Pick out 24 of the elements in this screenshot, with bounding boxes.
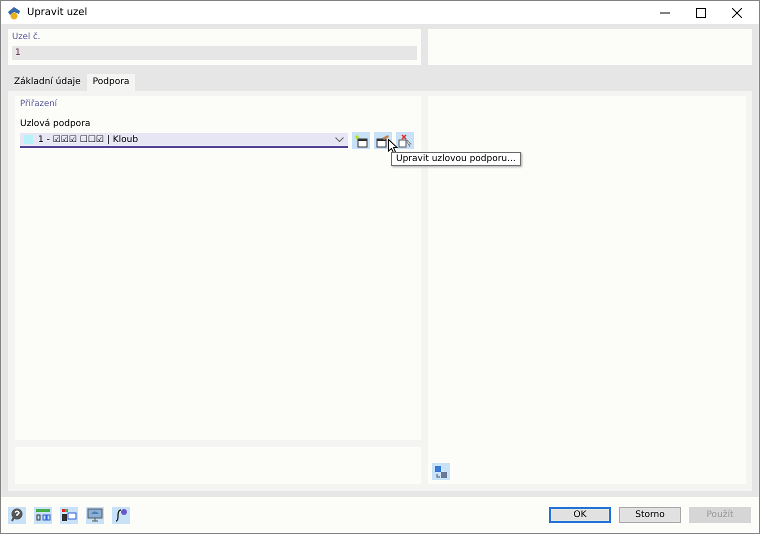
maximize-icon[interactable] [696,8,706,18]
color-swatch-icon [24,135,33,144]
support-dropdown[interactable]: 1 - ☑☑☑ ☐☐☑ | Kloub [20,133,348,148]
chevron-icon [335,136,344,142]
section-title: Přiřazení [20,99,58,109]
new-support-button[interactable] [352,132,370,149]
app-icon [7,6,21,20]
window-title: Upravit uzel [27,7,88,18]
dialog-button[interactable]: Storno [619,507,681,523]
units-button[interactable] [34,506,52,524]
tooltip: Upravit uzlovou podporu... [391,152,521,166]
close-icon[interactable] [732,8,742,18]
mouse-cursor-icon [388,139,398,154]
help-button[interactable] [8,506,26,524]
node-number-field: 1 [12,46,417,60]
display-button[interactable] [86,506,104,524]
tab[interactable]: Podpora [86,74,136,91]
table-settings-button[interactable] [60,506,78,524]
dialog-button[interactable]: OK [549,507,611,523]
node-label: Uzel č. [12,32,42,42]
view-options-button[interactable] [432,463,450,480]
delete-support-button[interactable] [396,132,414,149]
formula-button[interactable] [112,506,130,524]
field-label: Uzlová podpora [20,119,92,129]
